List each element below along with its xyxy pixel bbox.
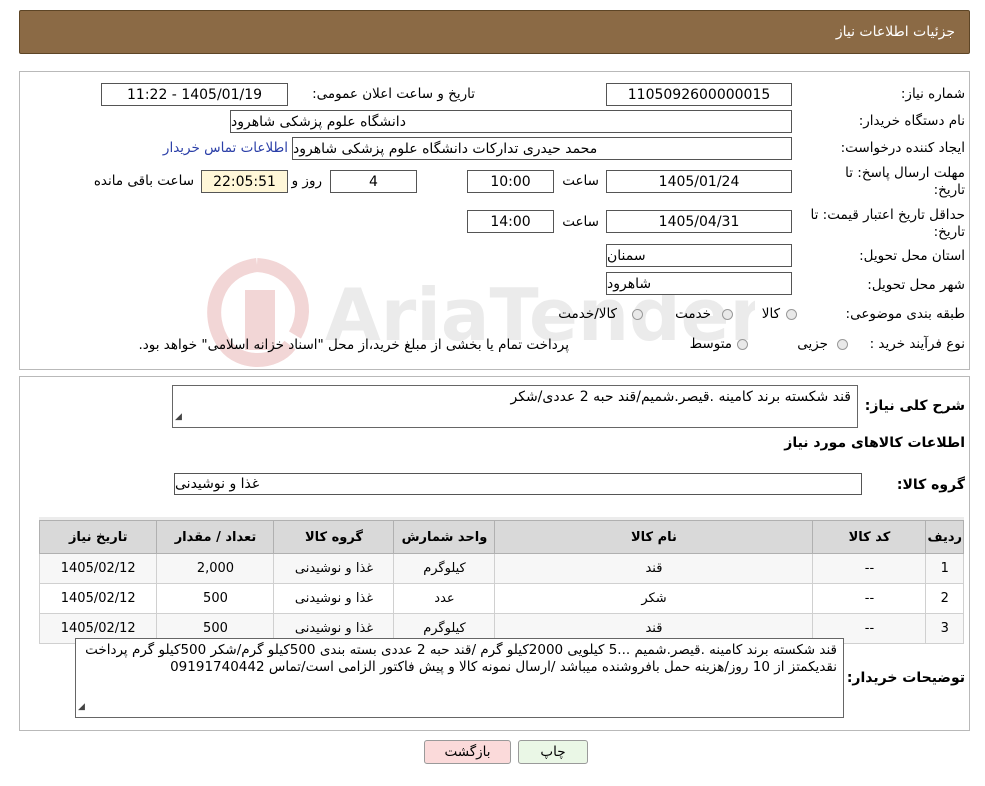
need-description-field: قند شکسته برند کامینه .قیصر.شمیم/قند حبه… <box>172 385 858 428</box>
buyer-notes-field: قند شکسته برند کامینه .قیصر.شمیم ...5 کی… <box>75 638 844 718</box>
need-number-field: 1105092600000015 <box>606 83 792 106</box>
cell-row: 2 <box>925 583 964 614</box>
category-radio-goods[interactable] <box>786 309 797 320</box>
resize-grip-icon: ◢ <box>175 412 182 422</box>
cell-group: غذا و نوشیدنی <box>273 553 395 584</box>
col-group-header: گروه کالا <box>273 520 395 554</box>
page-title: جزئیات اطلاعات نیاز <box>835 24 955 40</box>
validity-label-line2: تاریخ: <box>933 224 965 240</box>
days-label: روز و <box>291 173 322 189</box>
goods-group-field: غذا و نوشیدنی <box>174 473 862 495</box>
process-radio-medium[interactable] <box>737 339 748 350</box>
category-radio-goods-service[interactable] <box>632 309 643 320</box>
deadline-label-line1: مهلت ارسال پاسخ: تا <box>845 165 965 181</box>
category-option-goods: کالا <box>761 306 780 322</box>
category-radio-service[interactable] <box>722 309 733 320</box>
process-radio-minor[interactable] <box>837 339 848 350</box>
city-label: شهر محل تحویل: <box>867 277 965 293</box>
province-label: استان محل تحویل: <box>859 248 965 264</box>
need-description-text: قند شکسته برند کامینه .قیصر.شمیم/قند حبه… <box>510 389 852 405</box>
announce-field: 1405/01/19 - 11:22 <box>101 83 288 106</box>
validity-label: حداقل تاریخ اعتبار قیمت: تا تاریخ: <box>811 207 965 241</box>
validity-hour-label: ساعت <box>562 214 599 230</box>
items-table-container: ردیف کد کالا نام کالا واحد شمارش گروه کا… <box>38 517 964 644</box>
announce-label: تاریخ و ساعت اعلان عمومی: <box>312 86 475 102</box>
process-label: نوع فرآیند خرید : <box>869 336 965 352</box>
cell-row: 1 <box>925 553 964 584</box>
process-note: پرداخت تمام یا بخشی از مبلغ خرید،از محل … <box>138 337 569 353</box>
validity-time-field: 14:00 <box>467 210 554 233</box>
buyer-org-label: نام دستگاه خریدار: <box>858 113 965 129</box>
category-option-service: خدمت <box>675 306 711 322</box>
col-date-header: تاریخ نیاز <box>38 520 158 554</box>
creator-label: ایجاد کننده درخواست: <box>840 140 965 156</box>
goods-group-label: گروه کالا: <box>896 477 965 493</box>
buyer-contact-link[interactable]: اطلاعات تماس خریدار <box>163 140 288 156</box>
cell-date: 1405/02/12 <box>38 553 158 584</box>
col-unit-header: واحد شمارش <box>393 520 496 554</box>
deadline-time-field: 10:00 <box>467 170 554 193</box>
days-field: 4 <box>330 170 417 193</box>
cell-name: شکر <box>494 583 814 614</box>
cell-date: 1405/02/12 <box>38 583 158 614</box>
validity-label-line1: حداقل تاریخ اعتبار قیمت: تا <box>810 207 965 223</box>
table-row: 1 -- قند کیلوگرم غذا و نوشیدنی 2,000 140… <box>38 553 964 584</box>
col-row-header: ردیف <box>925 520 964 554</box>
deadline-label: مهلت ارسال پاسخ: تا تاریخ: <box>845 165 965 199</box>
cell-code: -- <box>812 553 927 584</box>
cell-qty: 500 <box>156 583 275 614</box>
deadline-label-line2: تاریخ: <box>933 182 965 198</box>
category-option-goods-service: کالا/خدمت <box>558 306 617 322</box>
cell-code: -- <box>812 583 927 614</box>
category-label: طبقه بندی موضوعی: <box>845 306 965 322</box>
validity-date-field: 1405/04/31 <box>606 210 792 233</box>
cell-unit: کیلوگرم <box>393 553 496 584</box>
table-header-row: ردیف کد کالا نام کالا واحد شمارش گروه کا… <box>38 520 964 554</box>
table-row: 2 -- شکر عدد غذا و نوشیدنی 500 1405/02/1… <box>38 583 964 614</box>
deadline-hour-label: ساعت <box>562 173 599 189</box>
process-option-minor: جزیی <box>797 336 828 352</box>
buyer-org-field: دانشگاه علوم پزشکی شاهرود <box>230 110 792 133</box>
creator-field: محمد حیدری تدارکات دانشگاه علوم پزشکی شا… <box>292 137 792 160</box>
cell-name: قند <box>494 553 814 584</box>
buyer-notes-text: قند شکسته برند کامینه .قیصر.شمیم ...5 کی… <box>85 642 837 675</box>
cell-qty: 2,000 <box>156 553 275 584</box>
col-code-header: کد کالا <box>812 520 927 554</box>
cell-group: غذا و نوشیدنی <box>273 583 395 614</box>
deadline-date-field: 1405/01/24 <box>606 170 792 193</box>
goods-info-title: اطلاعات کالاهای مورد نیاز <box>784 435 965 451</box>
city-field: شاهرود <box>606 272 792 295</box>
remaining-label: ساعت باقی مانده <box>93 173 194 189</box>
resize-grip-icon: ◢ <box>78 702 85 712</box>
back-button[interactable]: بازگشت <box>424 740 511 764</box>
buyer-notes-label: توضیحات خریدار: <box>846 670 965 686</box>
process-option-medium: متوسط <box>689 336 732 352</box>
remaining-time-field: 22:05:51 <box>201 170 288 193</box>
page-header: جزئیات اطلاعات نیاز <box>19 10 970 54</box>
province-field: سمنان <box>606 244 792 267</box>
need-number-label: شماره نیاز: <box>900 86 965 102</box>
cell-unit: عدد <box>393 583 496 614</box>
need-description-label: شرح کلی نیاز: <box>864 398 965 414</box>
col-name-header: نام کالا <box>494 520 814 554</box>
cell-row: 3 <box>925 613 964 644</box>
print-button[interactable]: چاپ <box>518 740 588 764</box>
items-table: ردیف کد کالا نام کالا واحد شمارش گروه کا… <box>38 520 964 644</box>
col-qty-header: تعداد / مقدار <box>156 520 275 554</box>
